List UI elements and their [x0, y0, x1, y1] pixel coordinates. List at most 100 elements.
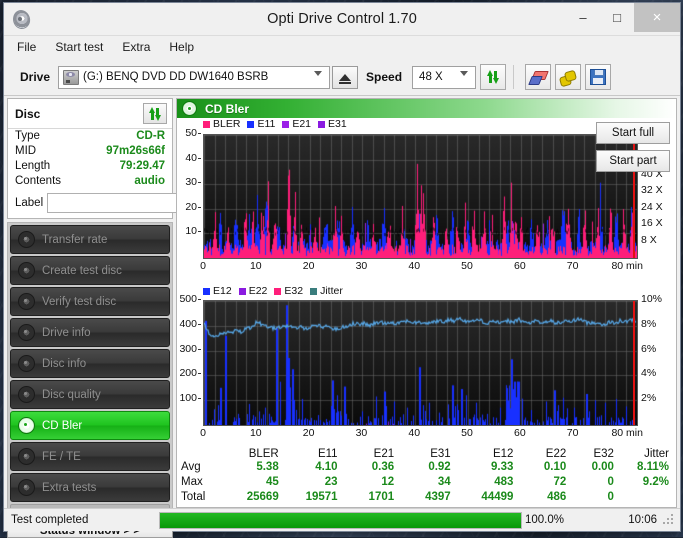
speed-select[interactable]: 48 X — [412, 66, 476, 89]
disc-row-key: Contents — [15, 174, 61, 189]
y-axis-tick: 10 — [177, 225, 197, 237]
y-axis-tick: 200 — [177, 367, 197, 379]
legend-label: E12 — [213, 285, 232, 297]
sidebar-item-create-test-disc[interactable]: Create test disc — [10, 256, 170, 285]
menu-item-start-test[interactable]: Start test — [51, 38, 112, 57]
stats-cell: 44499 — [458, 490, 521, 505]
legend-item-e21: E21 — [282, 118, 311, 130]
sidebar-item-drive-info[interactable]: Drive info — [10, 318, 170, 347]
legend-label: E22 — [249, 285, 268, 297]
label-field-label: Label — [15, 197, 43, 209]
legend-item-e22: E22 — [239, 285, 268, 297]
sidebar-item-extra-tests[interactable]: Extra tests — [10, 473, 170, 502]
maximize-button[interactable]: □ — [600, 3, 634, 32]
app-window: Opti Drive Control 1.70 – □ × File Start… — [3, 2, 681, 532]
stats-row-label: Total — [177, 490, 224, 505]
sidebar-item-transfer-rate[interactable]: Transfer rate — [10, 225, 170, 254]
disc-row-length: Length 79:29.47 — [8, 159, 172, 174]
resize-grip[interactable] — [663, 514, 675, 526]
disc-icon — [18, 386, 35, 403]
e12-jitter-plot-area[interactable] — [203, 300, 638, 426]
sidebar-item-disc-info[interactable]: Disc info — [10, 349, 170, 378]
drive-select[interactable]: (G:) BENQ DVD DD DW1640 BSRB — [58, 66, 330, 89]
x-axis-tick: 10 — [234, 260, 278, 272]
y-axis-tick: 100 — [177, 392, 197, 404]
legend-swatch — [203, 288, 210, 295]
menu-item-file[interactable]: File — [13, 38, 45, 57]
menu-item-help[interactable]: Help — [165, 38, 203, 57]
sidebar-item-label: Drive info — [42, 327, 91, 339]
erase-button[interactable] — [525, 64, 551, 90]
speed-label: Speed — [366, 70, 402, 84]
menu-item-extra[interactable]: Extra — [118, 38, 159, 57]
stats-col-e22: E22 — [520, 448, 573, 460]
eject-button[interactable] — [332, 66, 358, 89]
disc-icon — [18, 355, 35, 372]
right-axis-tick: 10% — [641, 293, 662, 305]
stats-cell: 12 — [345, 475, 402, 490]
disc-refresh-button[interactable] — [143, 103, 167, 124]
chart-legend-top: BLER E11 E21 E31 — [203, 118, 347, 130]
window-buttons: – □ × — [566, 3, 680, 35]
table-row: Total 25669 19571 1701 4397 44499 486 0 — [177, 490, 676, 505]
stats-cell: 0 — [573, 490, 621, 505]
table-row: Max 45 23 12 34 483 72 0 9.2% — [177, 475, 676, 490]
drive-label: Drive — [20, 70, 50, 84]
minimize-button[interactable]: – — [566, 3, 600, 32]
x-axis-tick: 0 — [181, 427, 225, 439]
disc-row-value: 79:29.47 — [120, 159, 165, 174]
legend-swatch — [318, 121, 325, 128]
progress-bar — [159, 512, 522, 529]
y-axis-tick: 50 — [177, 127, 197, 139]
panel-header: CD Bler — [177, 99, 676, 118]
legend-label: E32 — [284, 285, 303, 297]
sidebar-item-cd-bler[interactable]: CD Bler — [10, 411, 170, 440]
drive-icon — [63, 70, 79, 85]
legend-item-e32: E32 — [274, 285, 303, 297]
legend-label: Jitter — [320, 285, 343, 297]
progress-fill — [160, 513, 521, 528]
stats-cell: 1701 — [345, 490, 402, 505]
right-axis-tick: 6% — [641, 343, 656, 355]
legend-item-e11: E11 — [247, 118, 275, 130]
stats-cell: 0.36 — [345, 460, 402, 475]
stats-header-row: BLER E11 E21 E31 E12 E22 E32 Jitter — [177, 448, 676, 460]
disc-info-panel: Disc Type CD-R MID 97m26s66f Leng — [7, 98, 173, 219]
toolbar: Drive (G:) BENQ DVD DD DW1640 BSRB Speed… — [4, 59, 680, 96]
legend-label: E11 — [257, 118, 275, 130]
stats-cell: 45 — [224, 475, 285, 490]
start-part-button[interactable]: Start part — [596, 150, 670, 172]
sidebar-item-label: Extra tests — [42, 482, 96, 494]
sidebar-item-label: FE / TE — [42, 451, 81, 463]
tools-button[interactable] — [555, 64, 581, 90]
sidebar-item-label: Disc info — [42, 358, 86, 370]
save-button[interactable] — [585, 64, 611, 90]
title-bar: Opti Drive Control 1.70 – □ × — [4, 3, 680, 35]
eraser-icon — [530, 71, 546, 84]
stats-cell: 72 — [520, 475, 573, 490]
start-full-button[interactable]: Start full — [596, 122, 670, 144]
refresh-icon — [148, 107, 162, 121]
sidebar-item-fe-te[interactable]: FE / TE — [10, 442, 170, 471]
disc-icon — [18, 324, 35, 341]
right-axis-tick: 32 X — [641, 184, 663, 196]
chart-legend-bottom: E12 E22 E32 Jitter — [203, 285, 343, 297]
progress-percent: 100.0% — [525, 514, 587, 526]
cd-bler-plot-area[interactable] — [203, 134, 638, 259]
sidebar-item-verify-test-disc[interactable]: Verify test disc — [10, 287, 170, 316]
stats-cell: 9.2% — [621, 475, 676, 490]
close-button[interactable]: × — [634, 3, 680, 32]
disc-row-value: CD-R — [136, 129, 165, 144]
panel-title: CD Bler — [205, 102, 249, 116]
disc-panel-title: Disc — [15, 107, 40, 121]
stats-col-bler: BLER — [224, 448, 285, 460]
x-axis-tick: 10 — [234, 427, 278, 439]
right-axis-tick: 2% — [641, 392, 656, 404]
y-axis-tick: 30 — [177, 176, 197, 188]
right-axis-tick: 8 X — [641, 234, 657, 246]
sidebar-item-disc-quality[interactable]: Disc quality — [10, 380, 170, 409]
refresh-button[interactable] — [480, 64, 506, 90]
x-axis-tick: 70 — [551, 427, 595, 439]
disc-row-key: Type — [15, 129, 40, 144]
main-body: Disc Type CD-R MID 97m26s66f Leng — [4, 96, 680, 508]
